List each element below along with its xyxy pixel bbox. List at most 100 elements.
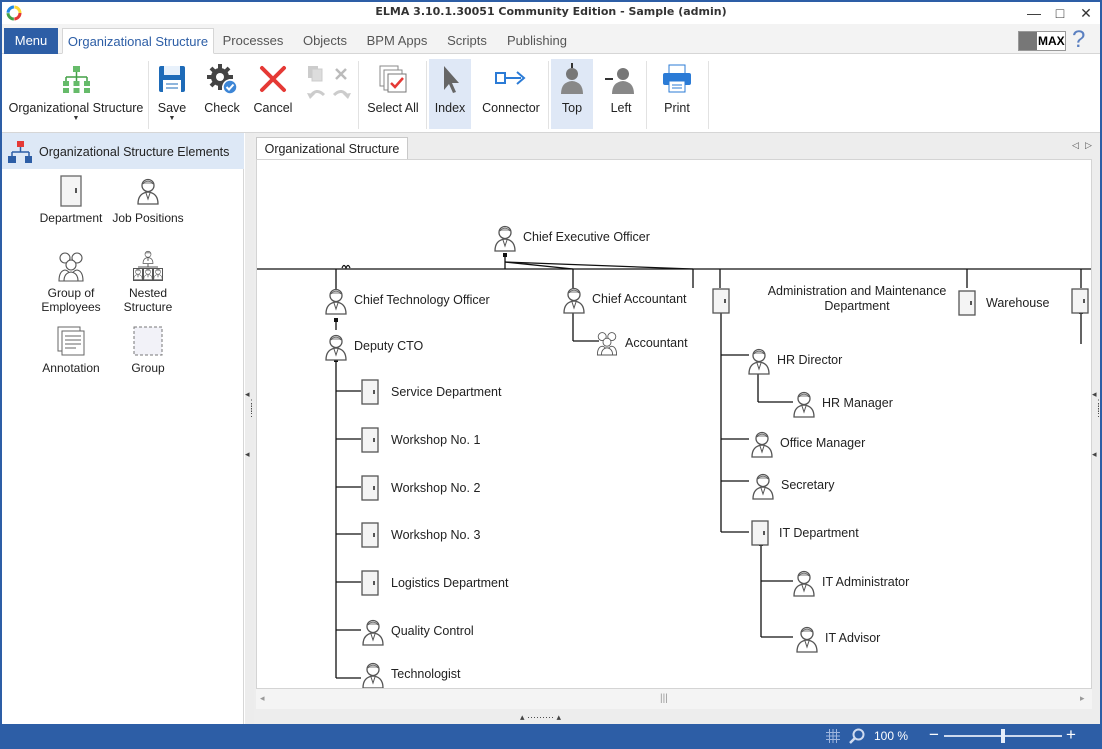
job-position-icon — [751, 431, 773, 458]
layout-top-button[interactable]: Top — [551, 59, 593, 129]
person-top-icon — [561, 63, 583, 94]
palette-item-annotation[interactable]: Annotation — [34, 325, 108, 375]
window-title: ELMA 3.10.1.30051 Community Edition - Sa… — [375, 5, 727, 18]
department-icon — [361, 379, 379, 405]
bottom-splitter-grip-icon[interactable]: ▴ ⋯⋯⋯ ▴ — [520, 712, 561, 723]
group-icon — [133, 326, 163, 356]
node-label: IT Department — [779, 526, 859, 540]
scroll-grip-icon[interactable]: ||| — [660, 693, 668, 704]
title-bar: ELMA 3.10.1.30051 Community Edition - Sa… — [2, 2, 1100, 24]
tab-publishing[interactable]: Publishing — [500, 28, 574, 54]
tab-objects[interactable]: Objects — [296, 28, 354, 54]
org-structure-elements-icon — [8, 141, 32, 163]
palette-item-department[interactable]: Department — [34, 175, 108, 225]
print-button[interactable]: Print — [652, 59, 702, 129]
job-position-icon — [563, 287, 585, 314]
undo-icon — [307, 90, 326, 99]
index-label: Index — [434, 101, 466, 115]
layout-left-button[interactable]: Left — [600, 59, 642, 129]
left-label: Left — [610, 101, 632, 115]
tab-processes[interactable]: Processes — [216, 28, 290, 54]
cancel-button[interactable]: Cancel — [250, 59, 296, 129]
tab-scroll-left-icon[interactable]: ◁ — [1072, 140, 1079, 151]
status-bar: 100 % − + — [0, 724, 1102, 749]
palette-item-job-positions[interactable]: Job Positions — [111, 175, 185, 225]
department-icon — [361, 570, 379, 596]
ribbon-divider — [148, 61, 149, 129]
help-icon[interactable]: ? — [1072, 26, 1085, 54]
job-position-icon — [793, 391, 815, 418]
job-position-icon — [494, 225, 516, 252]
node-label: Technologist — [391, 667, 461, 681]
panel-splitter[interactable]: ◂ ⋮ ⋮ ⋮ ◂ — [245, 133, 256, 724]
max-badge[interactable]: MAX — [1018, 31, 1066, 51]
palette-item-group-of-employees[interactable]: Group of Employees — [34, 250, 108, 314]
document-tab-org-structure[interactable]: Organizational Structure — [256, 137, 408, 159]
node-label: HR Director — [777, 353, 843, 367]
pointer-icon — [444, 66, 459, 93]
node-label: Chief Executive Officer — [523, 230, 650, 244]
scroll-left-icon[interactable]: ◂ — [260, 693, 265, 704]
node-label: HR Manager — [822, 396, 893, 410]
menu-button[interactable]: Menu — [4, 28, 58, 54]
tab-scroll-right-icon[interactable]: ▷ — [1085, 140, 1092, 151]
ribbon-divider — [358, 61, 359, 129]
org-structure-button[interactable]: Organizational Structure ▼ — [6, 59, 146, 129]
check-button[interactable]: Check — [198, 59, 246, 129]
zoom-out-button[interactable]: − — [929, 725, 939, 745]
department-icon — [712, 288, 730, 314]
main-tabs-bar: Menu Organizational Structure Processes … — [2, 24, 1100, 54]
palette-item-nested-structure[interactable]: Nested Structure — [111, 250, 185, 314]
grid-icon[interactable] — [826, 729, 840, 743]
palette-item-label: Nested Structure — [123, 286, 173, 314]
palette-header[interactable]: Organizational Structure Elements — [2, 133, 244, 169]
job-position-icon — [362, 619, 384, 646]
department-icon — [361, 522, 379, 548]
palette-item-label: Job Positions — [112, 211, 184, 225]
palette-item-label: Group — [131, 361, 165, 375]
group-employees-icon — [596, 332, 618, 356]
connector-icon — [495, 71, 526, 85]
tab-bpm-apps[interactable]: BPM Apps — [360, 28, 434, 54]
diagram-canvas[interactable]: Chief Executive Officer Chief Technology… — [256, 159, 1092, 689]
connector-button[interactable]: Connector — [476, 59, 546, 129]
scroll-right-icon[interactable]: ▸ — [1080, 693, 1085, 704]
select-all-button[interactable]: Select All — [362, 59, 424, 129]
save-button[interactable]: Save ▼ — [152, 59, 192, 129]
node-label: Office Manager — [780, 436, 866, 450]
maximize-button[interactable]: □ — [1048, 4, 1072, 22]
palette-item-group[interactable]: Group — [111, 325, 185, 375]
zoom-in-button[interactable]: + — [1066, 725, 1076, 745]
top-label: Top — [561, 101, 583, 115]
horizontal-scrollbar[interactable]: ◂ ||| ▸ — [256, 689, 1092, 709]
gear-check-icon — [207, 64, 238, 95]
ribbon-divider — [708, 61, 709, 129]
chevron-down-icon: ▼ — [72, 115, 80, 122]
connector-lines — [257, 253, 1091, 679]
annotation-icon — [57, 326, 85, 356]
close-icon — [260, 66, 286, 92]
node-label: Quality Control — [391, 624, 474, 638]
minimize-button[interactable]: — — [1022, 4, 1046, 22]
printer-icon — [663, 64, 691, 93]
job-position-icon — [325, 334, 347, 361]
tab-organizational-structure[interactable]: Organizational Structure — [62, 28, 214, 54]
check-label: Check — [204, 101, 240, 115]
node-label: Chief Technology Officer — [354, 293, 490, 307]
ribbon-divider — [426, 61, 427, 129]
connector-label: Connector — [482, 101, 540, 115]
copy-icon — [308, 66, 323, 82]
node-label: IT Advisor — [825, 631, 881, 645]
document-area: Organizational Structure ◁ ▷ Chief Execu… — [254, 133, 1100, 724]
close-button[interactable]: ✕ — [1074, 4, 1098, 22]
job-position-icon — [748, 348, 770, 375]
department-icon — [1071, 288, 1089, 314]
vertical-scrollbar[interactable]: ◂ ⋮ ⋮ ⋮ ◂ — [1092, 159, 1100, 689]
tab-scripts[interactable]: Scripts — [440, 28, 494, 54]
search-icon[interactable] — [849, 728, 865, 744]
zoom-slider-thumb[interactable] — [1001, 729, 1005, 743]
app-window: ELMA 3.10.1.30051 Community Edition - Sa… — [2, 2, 1100, 724]
index-button[interactable]: Index — [429, 59, 471, 129]
node-label: Logistics Department — [391, 576, 509, 590]
department-label-admin-maintenance[interactable]: Administration and Maintenance Departmen… — [762, 284, 952, 314]
